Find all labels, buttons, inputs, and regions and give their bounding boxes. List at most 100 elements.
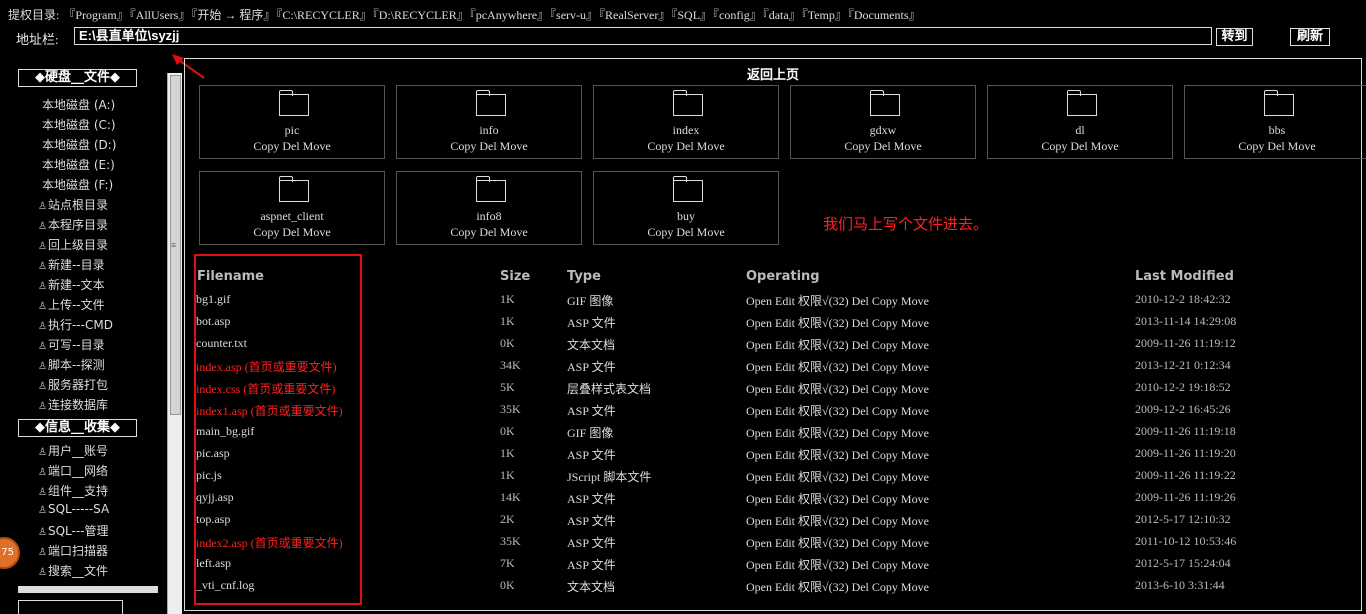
folder-actions[interactable]: Copy Del Move: [1185, 139, 1366, 154]
folder-icon[interactable]: [476, 176, 506, 202]
folder-icon[interactable]: [279, 90, 309, 116]
folder-name[interactable]: gdxw: [791, 123, 975, 138]
escalation-dir-link[interactable]: 『AllUsers』: [130, 8, 191, 22]
sidebar-item-tool[interactable]: ♙站点根目录: [38, 196, 108, 213]
sidebar-item-tool[interactable]: ♙上传--文件: [38, 296, 105, 313]
sidebar-item-disk[interactable]: 本地磁盘 (F:): [42, 176, 113, 193]
folder-tile[interactable]: gdxw Copy Del Move: [790, 85, 976, 159]
escalation-dir-link[interactable]: 『开始 → 程序』: [191, 8, 275, 22]
escalation-dir-link[interactable]: 『Program』: [63, 8, 128, 22]
file-actions[interactable]: Open Edit 权限√(32) Del Copy Move: [746, 490, 929, 507]
folder-icon[interactable]: [279, 176, 309, 202]
folder-tile[interactable]: aspnet_client Copy Del Move: [199, 171, 385, 245]
file-actions[interactable]: Open Edit 权限√(32) Del Copy Move: [746, 292, 929, 309]
sidebar-item-tool[interactable]: ♙执行---CMD: [38, 316, 113, 333]
col-header-modified[interactable]: Last Modified: [1135, 269, 1234, 284]
escalation-dir-link[interactable]: 『C:\RECYCLER』: [276, 8, 371, 22]
folder-tile[interactable]: info8 Copy Del Move: [396, 171, 582, 245]
escalation-dir-link[interactable]: 『RealServer』: [599, 8, 670, 22]
escalation-dir-link[interactable]: 『Documents』: [848, 8, 921, 22]
escalation-dir-link[interactable]: 『serv-u』: [550, 8, 598, 22]
folder-actions[interactable]: Copy Del Move: [594, 225, 778, 240]
folder-icon[interactable]: [1264, 90, 1294, 116]
col-header-size[interactable]: Size: [500, 269, 530, 284]
sidebar-item-tool[interactable]: ♙可写--目录: [38, 336, 105, 353]
folder-name[interactable]: pic: [200, 123, 384, 138]
folder-tile[interactable]: dl Copy Del Move: [987, 85, 1173, 159]
folder-actions[interactable]: Copy Del Move: [200, 139, 384, 154]
folder-actions[interactable]: Copy Del Move: [594, 139, 778, 154]
sidebar-item-tool[interactable]: ♙服务器打包: [38, 376, 108, 393]
file-actions[interactable]: Open Edit 权限√(32) Del Copy Move: [746, 556, 929, 573]
file-actions[interactable]: Open Edit 权限√(32) Del Copy Move: [746, 380, 929, 397]
escalation-dir-link[interactable]: 『config』: [713, 8, 762, 22]
folder-icon[interactable]: [673, 176, 703, 202]
sidebar-item-tool[interactable]: ♙新建--目录: [38, 256, 105, 273]
sidebar-item-info[interactable]: ♙用户__账号: [38, 442, 108, 459]
refresh-button[interactable]: 刷新: [1290, 28, 1330, 46]
sidebar-item-label: 端口__网络: [47, 464, 108, 478]
file-actions[interactable]: Open Edit 权限√(32) Del Copy Move: [746, 534, 929, 551]
horizontal-scrollbar[interactable]: [18, 586, 158, 593]
folder-name[interactable]: buy: [594, 209, 778, 224]
folder-tile[interactable]: buy Copy Del Move: [593, 171, 779, 245]
file-size: 5K: [500, 380, 515, 394]
address-input[interactable]: E:\县直单位\syzjj: [74, 27, 1212, 45]
file-actions[interactable]: Open Edit 权限√(32) Del Copy Move: [746, 446, 929, 463]
folder-icon[interactable]: [1067, 90, 1097, 116]
sidebar-item-tool[interactable]: ♙连接数据库: [38, 396, 108, 413]
folder-tile[interactable]: bbs Copy Del Move: [1184, 85, 1366, 159]
go-button[interactable]: 转到: [1216, 28, 1253, 46]
sidebar-item-info[interactable]: ♙端口__网络: [38, 462, 108, 479]
sidebar-item-info[interactable]: ♙组件__支持: [38, 482, 108, 499]
escalation-dir-link[interactable]: 『SQL』: [671, 8, 712, 22]
file-actions[interactable]: Open Edit 权限√(32) Del Copy Move: [746, 336, 929, 353]
folder-actions[interactable]: Copy Del Move: [397, 139, 581, 154]
sidebar-item-tool[interactable]: ♙脚本--探测: [38, 356, 105, 373]
escalation-dir-link[interactable]: 『Temp』: [802, 8, 847, 22]
folder-name[interactable]: bbs: [1185, 123, 1366, 138]
sidebar-item-info[interactable]: ♙SQL-----SA: [38, 502, 109, 516]
sidebar-item-tool[interactable]: ♙回上级目录: [38, 236, 108, 253]
folder-name[interactable]: index: [594, 123, 778, 138]
sidebar-item-disk[interactable]: 本地磁盘 (D:): [42, 136, 116, 153]
folder-actions[interactable]: Copy Del Move: [200, 225, 384, 240]
sidebar-item-disk[interactable]: 本地磁盘 (A:): [42, 96, 115, 113]
file-actions[interactable]: Open Edit 权限√(32) Del Copy Move: [746, 358, 929, 375]
col-header-type[interactable]: Type: [567, 269, 601, 284]
sidebar-item-info[interactable]: ♙搜索__文件: [38, 562, 108, 579]
sidebar-item-info[interactable]: ♙端口扫描器: [38, 542, 108, 559]
folder-actions[interactable]: Copy Del Move: [988, 139, 1172, 154]
file-actions[interactable]: Open Edit 权限√(32) Del Copy Move: [746, 578, 929, 595]
sidebar-item-tool[interactable]: ♙新建--文本: [38, 276, 105, 293]
folder-tile[interactable]: info Copy Del Move: [396, 85, 582, 159]
sidebar-item-label: 回上级目录: [47, 238, 108, 252]
sidebar-item-info[interactable]: ♙SQL---管理: [38, 522, 109, 539]
folder-tile[interactable]: pic Copy Del Move: [199, 85, 385, 159]
file-actions[interactable]: Open Edit 权限√(32) Del Copy Move: [746, 314, 929, 331]
back-link[interactable]: 返回上页: [185, 64, 1361, 83]
folder-name[interactable]: aspnet_client: [200, 209, 384, 224]
folder-name[interactable]: info: [397, 123, 581, 138]
folder-name[interactable]: dl: [988, 123, 1172, 138]
sidebar-item-disk[interactable]: 本地磁盘 (C:): [42, 116, 116, 133]
sidebar-scrollbar[interactable]: ≡: [167, 73, 182, 614]
folder-icon[interactable]: [476, 90, 506, 116]
folder-actions[interactable]: Copy Del Move: [397, 225, 581, 240]
folder-icon[interactable]: [673, 90, 703, 116]
folder-icon[interactable]: [870, 90, 900, 116]
escalation-dir-link[interactable]: 『D:\RECYCLER』: [373, 8, 469, 22]
escalation-dir-link[interactable]: 『pcAnywhere』: [470, 8, 549, 22]
col-header-operating[interactable]: Operating: [746, 269, 820, 284]
folder-tile[interactable]: index Copy Del Move: [593, 85, 779, 159]
file-actions[interactable]: Open Edit 权限√(32) Del Copy Move: [746, 424, 929, 441]
file-type: ASP 文件: [567, 316, 616, 330]
sidebar-item-disk[interactable]: 本地磁盘 (E:): [42, 156, 115, 173]
file-actions[interactable]: Open Edit 权限√(32) Del Copy Move: [746, 402, 929, 419]
file-actions[interactable]: Open Edit 权限√(32) Del Copy Move: [746, 468, 929, 485]
folder-actions[interactable]: Copy Del Move: [791, 139, 975, 154]
sidebar-item-tool[interactable]: ♙本程序目录: [38, 216, 108, 233]
folder-name[interactable]: info8: [397, 209, 581, 224]
file-actions[interactable]: Open Edit 权限√(32) Del Copy Move: [746, 512, 929, 529]
escalation-dir-link[interactable]: 『data』: [763, 8, 801, 22]
